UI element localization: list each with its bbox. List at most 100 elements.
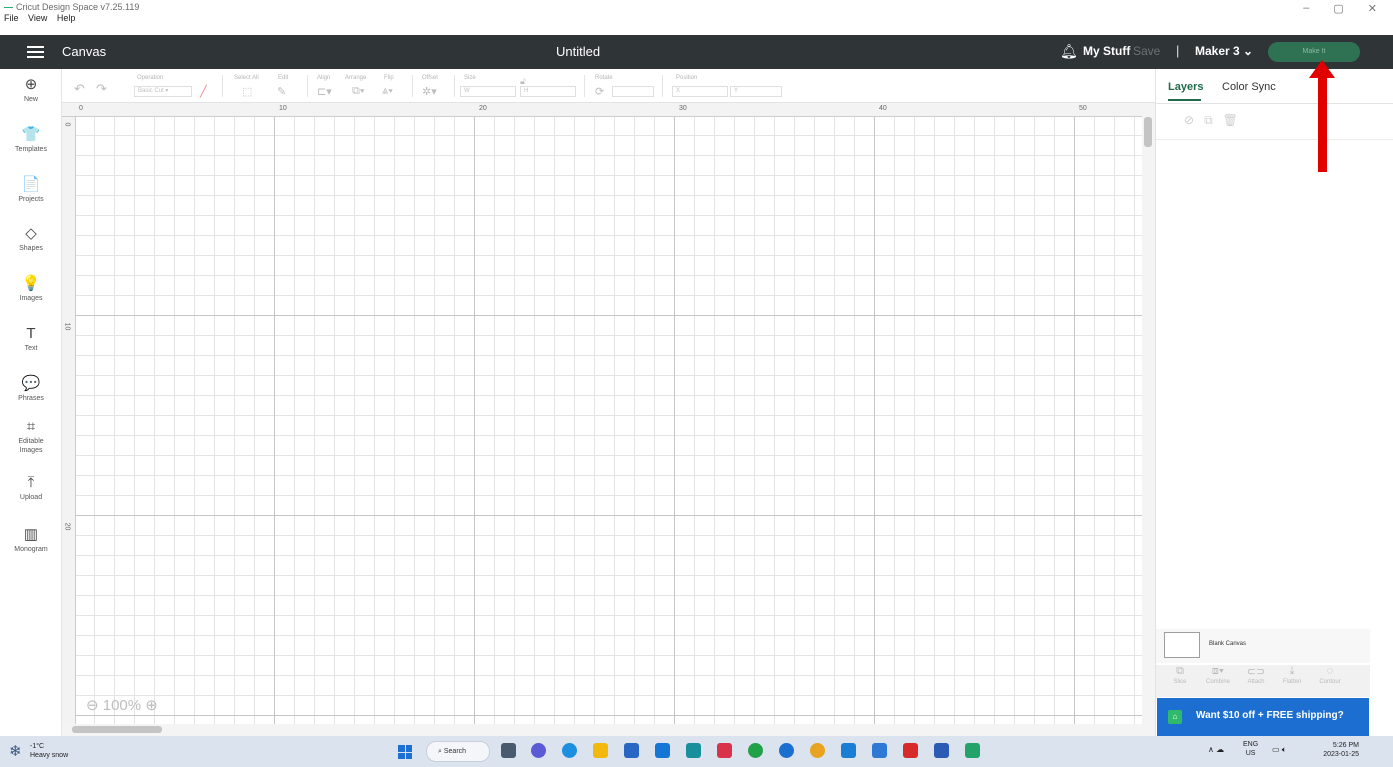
bell-icon[interactable]: 🔔︎ [1060, 43, 1078, 60]
section-title: Canvas [62, 44, 107, 59]
task-view-icon[interactable] [501, 743, 516, 758]
save-button[interactable]: Save [1133, 44, 1160, 58]
zoom-in-icon[interactable]: ⊕ [145, 697, 158, 714]
layers-scrollbar[interactable] [1358, 139, 1371, 629]
xbox-icon[interactable] [748, 743, 763, 758]
mcafee-icon[interactable] [717, 743, 732, 758]
contour-button[interactable]: ◌ Contour [1312, 665, 1348, 685]
attach-button[interactable]: ⊂⊃ Attach [1238, 665, 1274, 685]
chevron-down-icon: ⌄ [1243, 44, 1254, 58]
sidebar-item-new[interactable]: ⊕ New [0, 77, 62, 104]
taskbar-search[interactable]: ⌕ Search [426, 741, 490, 762]
left-sidebar: ⊕ New 👕 Templates 📄 Projects ◇ Shapes 💡 Image… [0, 69, 62, 736]
notepad-icon[interactable] [872, 743, 887, 758]
width-input[interactable]: W [460, 86, 516, 97]
hamburger-menu-icon[interactable] [27, 46, 44, 58]
undo-icon[interactable]: ↶ [74, 81, 85, 97]
maximize-button[interactable]: ▢ [1333, 2, 1343, 15]
rotate-input[interactable] [612, 86, 654, 97]
redo-icon[interactable]: ↷ [96, 81, 107, 97]
position-y-input[interactable]: Y [730, 86, 782, 97]
sidebar-item-phrases[interactable]: 💬 Phrases [0, 376, 62, 403]
app-blue-icon[interactable] [841, 743, 856, 758]
position-x-input[interactable]: X [672, 86, 728, 97]
paperclip-icon: ⊂⊃ [1246, 666, 1266, 678]
canvas-vertical-scrollbar[interactable] [1142, 103, 1155, 724]
flatten-button[interactable]: ⤓ Flatten [1274, 665, 1310, 685]
sidebar-item-text[interactable]: T Text [0, 326, 62, 353]
edit-icon[interactable]: ✎ [277, 85, 286, 98]
slice-button[interactable]: ⧉ Slice [1162, 665, 1198, 685]
windows-start-icon[interactable] [398, 745, 412, 759]
layer-operations: ⧉ Slice ⧈▾ Combine ⊂⊃ Attach ⤓ Flatten ◌ Cont… [1156, 665, 1370, 697]
trash-icon[interactable]: 🗑︎ [1223, 113, 1248, 127]
windows-taskbar: ❄ -1°C Heavy snow ⌕ Search ∧ ☁ ENG US ▭ 🔈︎… [0, 736, 1393, 767]
network-sound-icons[interactable]: ▭ 🔈︎ [1272, 745, 1287, 755]
store-icon[interactable] [624, 743, 639, 758]
chevron-up-icon[interactable]: ∧ [1208, 745, 1214, 754]
canvas-grid[interactable] [76, 117, 1142, 724]
position-label: Position [676, 75, 698, 81]
blank-canvas-swatch[interactable] [1164, 632, 1200, 658]
arrange-icon[interactable]: ⧉▾ [352, 85, 364, 98]
blank-canvas-row[interactable]: Blank Canvas [1156, 629, 1370, 663]
chrome-icon[interactable] [810, 743, 825, 758]
media-player-icon[interactable] [779, 743, 794, 758]
app-title: — Cricut Design Space v7.25.119 [4, 2, 140, 12]
sidebar-item-templates[interactable]: 👕 Templates [0, 127, 62, 154]
tab-color-sync[interactable]: Color Sync [1222, 81, 1276, 93]
system-tray[interactable]: ∧ ☁ [1208, 745, 1224, 754]
app-l-icon[interactable] [686, 743, 701, 758]
operation-label: Operation [137, 75, 164, 81]
height-input[interactable]: H [520, 86, 576, 97]
acrobat-icon[interactable] [903, 743, 918, 758]
flip-icon[interactable]: ⩓▾ [382, 85, 393, 98]
lightbulb-icon: 💡 [21, 275, 41, 292]
chat-icon[interactable] [531, 743, 546, 758]
project-title[interactable]: Untitled [556, 44, 600, 59]
sidebar-item-upload[interactable]: ⤒ Upload [0, 475, 62, 502]
my-stuff-button[interactable]: My Stuff [1083, 44, 1130, 58]
sidebar-item-images[interactable]: 💡 Images [0, 276, 62, 303]
language-indicator[interactable]: ENG US [1243, 740, 1258, 758]
taskbar-clock[interactable]: 5:26 PM 2023-01-25 [1323, 741, 1359, 759]
menu-file[interactable]: File [4, 13, 19, 23]
promo-text: Want $10 off + FREE shipping? [1196, 710, 1344, 721]
speaker-icon: 🔈︎ [1281, 745, 1287, 754]
select-all-icon[interactable]: ⬚ [242, 85, 252, 98]
operation-select[interactable]: Basic Cut ▾ [134, 86, 192, 97]
menu-help[interactable]: Help [57, 13, 76, 23]
offset-icon[interactable]: ✲▾ [422, 85, 437, 98]
zoom-out-icon[interactable]: ⊖ [86, 697, 99, 714]
minimize-button[interactable]: – [1303, 2, 1309, 15]
file-explorer-icon[interactable] [593, 743, 608, 758]
weather-widget[interactable]: -1°C Heavy snow [30, 742, 68, 760]
machine-selector[interactable]: Maker 3 ⌄ [1195, 44, 1253, 58]
combine-icon: ⧈▾ [1211, 665, 1225, 677]
word-icon[interactable] [934, 743, 949, 758]
sidebar-item-editable-images[interactable]: ⌗ Editable Images [0, 419, 62, 455]
align-icon[interactable]: ⊏▾ [317, 85, 332, 98]
menu-view[interactable]: View [28, 13, 47, 23]
combine-button[interactable]: ⧈▾ Combine [1200, 665, 1236, 685]
tab-layers[interactable]: Layers [1168, 81, 1203, 101]
slice-icon: ⧉ [1176, 665, 1184, 677]
duplicate-icon[interactable]: ⧉ [1204, 113, 1223, 127]
snowflake-icon[interactable]: ❄ [9, 742, 22, 760]
mail-icon[interactable] [655, 743, 670, 758]
sidebar-item-monogram[interactable]: ▥ Monogram [0, 527, 62, 554]
canvas-horizontal-scrollbar[interactable] [62, 724, 1155, 736]
edge-icon[interactable] [562, 743, 577, 758]
rotate-icon[interactable]: ⟳ [595, 85, 604, 98]
hide-icon[interactable]: ⊘ [1184, 113, 1204, 127]
close-button[interactable]: ✕ [1368, 2, 1377, 15]
promo-banner[interactable]: ⌂ Want $10 off + FREE shipping? [1157, 698, 1369, 736]
text-icon: T [26, 325, 36, 342]
shapes-icon: ◇ [25, 225, 37, 242]
app-header: Canvas Untitled 🔔︎ My Stuff Save | Maker… [0, 35, 1393, 69]
sidebar-item-shapes[interactable]: ◇ Shapes [0, 226, 62, 253]
cricut-icon[interactable] [965, 743, 980, 758]
sidebar-item-projects[interactable]: 📄 Projects [0, 177, 62, 204]
make-it-button[interactable]: Make It [1268, 42, 1360, 62]
pen-icon[interactable]: ╱ [200, 85, 207, 98]
